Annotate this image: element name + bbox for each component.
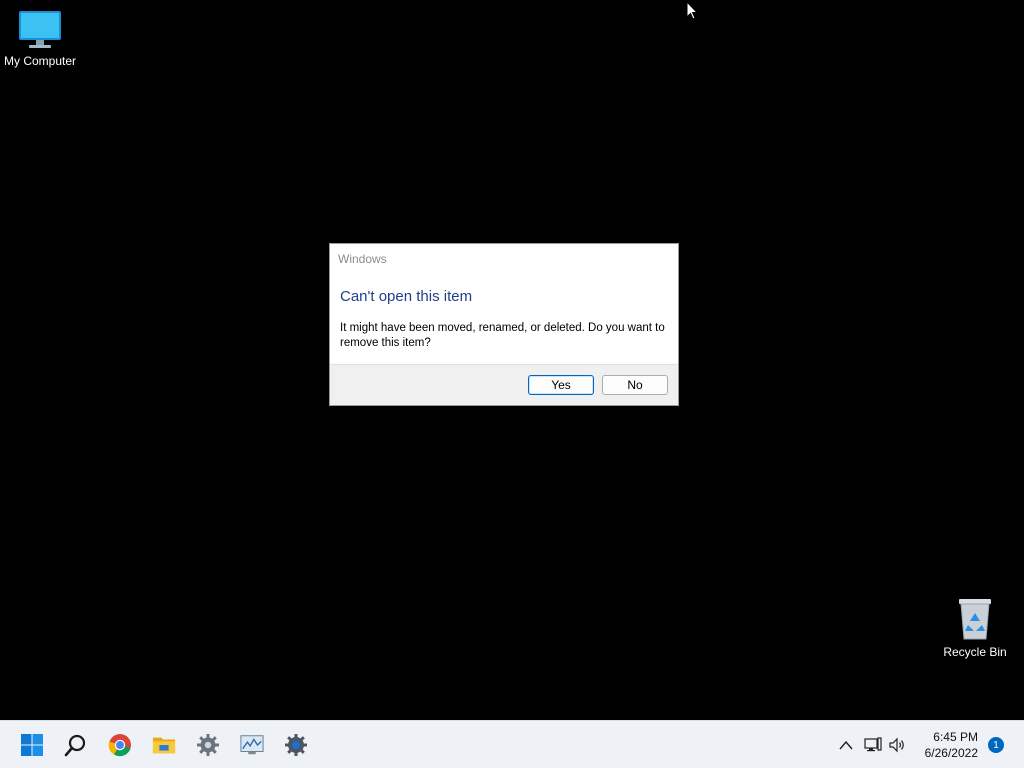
file-explorer-icon[interactable] bbox=[152, 733, 176, 757]
no-button[interactable]: No bbox=[602, 375, 668, 395]
clock-date: 6/26/2022 bbox=[924, 746, 978, 760]
control-gear-icon[interactable] bbox=[284, 733, 308, 757]
dialog-title: Windows bbox=[338, 252, 387, 266]
monitor-icon bbox=[19, 11, 61, 48]
error-dialog: Windows Can't open this item It might ha… bbox=[329, 243, 679, 406]
taskbar: 6:45 PM 6/26/2022 1 bbox=[0, 720, 1024, 768]
desktop-icon-recycle-bin[interactable]: Recycle Bin bbox=[935, 597, 1015, 659]
recycle-bin-icon bbox=[959, 599, 991, 640]
volume-icon[interactable] bbox=[889, 736, 907, 754]
clock-time: 6:45 PM bbox=[933, 730, 978, 744]
chrome-icon[interactable] bbox=[108, 733, 132, 757]
dialog-heading: Can't open this item bbox=[340, 288, 473, 305]
start-icon[interactable] bbox=[20, 733, 44, 757]
search-icon[interactable] bbox=[64, 733, 88, 757]
yes-button[interactable]: Yes bbox=[528, 375, 594, 395]
mouse-cursor-icon bbox=[686, 1, 698, 20]
notification-badge[interactable]: 1 bbox=[988, 737, 1004, 753]
settings-gear-icon[interactable] bbox=[196, 733, 220, 757]
network-icon[interactable] bbox=[864, 736, 882, 754]
dialog-footer: Yes No bbox=[330, 364, 678, 405]
desktop-icon-label: My Computer bbox=[3, 54, 77, 68]
dialog-message: It might have been moved, renamed, or de… bbox=[340, 322, 665, 349]
chevron-up-icon[interactable] bbox=[837, 736, 855, 754]
desktop-icon-my-computer[interactable]: My Computer bbox=[0, 10, 80, 68]
performance-monitor-icon[interactable] bbox=[240, 733, 264, 757]
taskbar-clock[interactable]: 6:45 PM 6/26/2022 bbox=[916, 729, 978, 761]
desktop-icon-label: Recycle Bin bbox=[943, 645, 1007, 659]
